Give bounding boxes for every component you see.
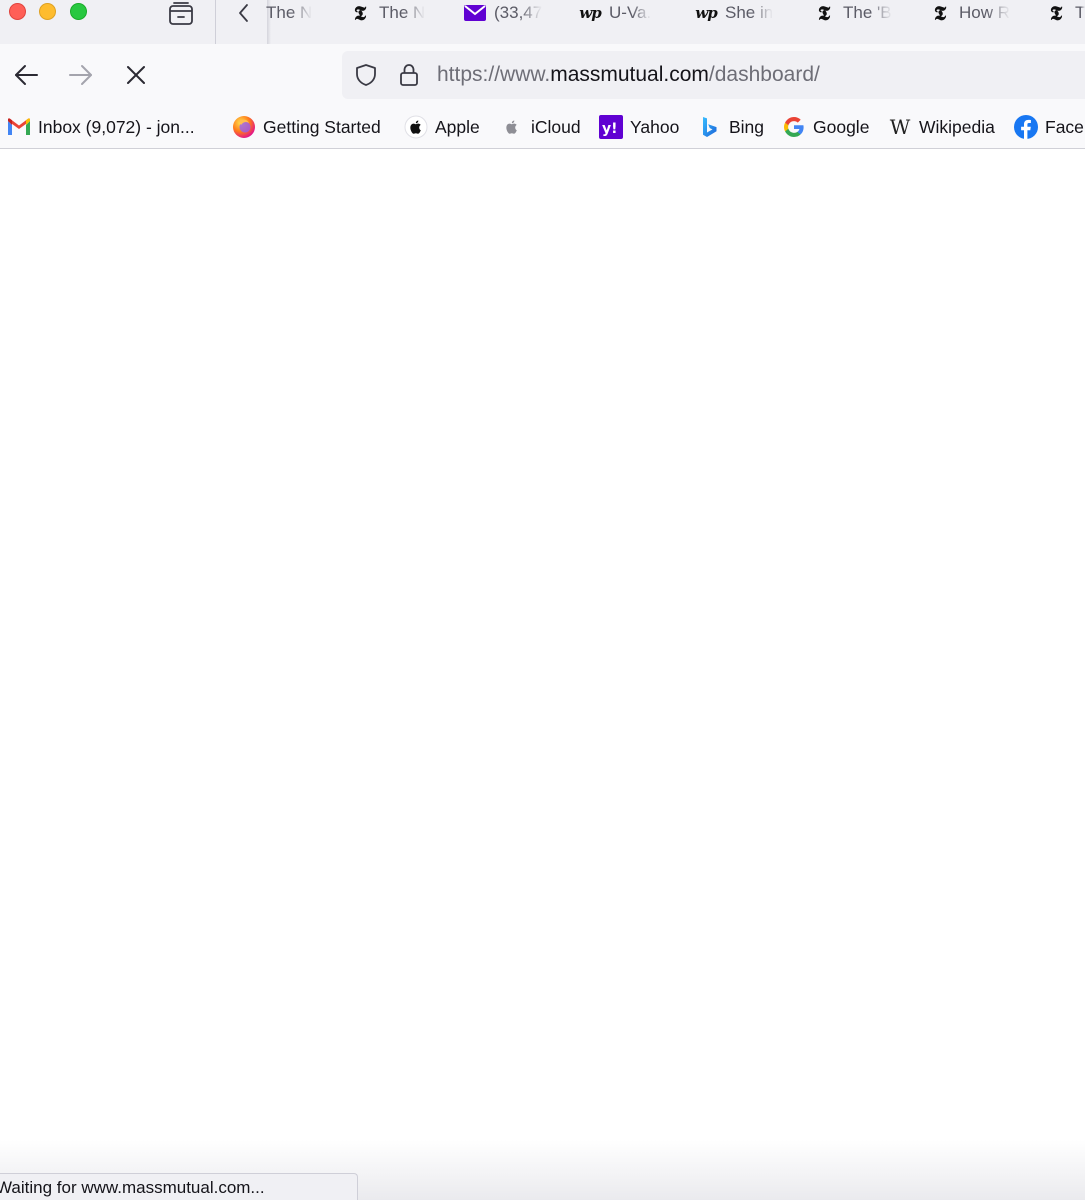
bookmark-facebook[interactable]: Face [1014, 115, 1084, 139]
facebook-icon [1014, 115, 1038, 139]
yahoo-icon: y! [599, 115, 623, 139]
nyt-icon: 𝕿 [353, 1, 367, 25]
arrow-right-icon [69, 65, 92, 85]
bookmark-apple[interactable]: Apple [404, 115, 480, 139]
nyt-icon: 𝕿 [817, 1, 831, 25]
bookmark-label: Face [1045, 116, 1084, 137]
page-content [0, 150, 1085, 1200]
washington-post-icon: wp [695, 3, 717, 22]
url-bar[interactable]: https://www.massmutual.com/dashboard/ [342, 51, 1085, 99]
close-icon [127, 66, 145, 84]
tracking-protection-shield-icon[interactable] [354, 63, 378, 87]
bookmark-icloud[interactable]: iCloud [500, 115, 581, 139]
bookmark-label: iCloud [531, 116, 581, 137]
bookmark-gmail[interactable]: Inbox (9,072) - jon... [7, 115, 195, 139]
bookmark-label: Bing [729, 116, 765, 137]
url-path: /dashboard/ [708, 63, 820, 86]
google-icon [782, 115, 806, 139]
tab[interactable]: 𝕿 How R [929, 0, 1013, 26]
wikipedia-icon: W [889, 115, 911, 139]
forward-button[interactable] [65, 59, 97, 91]
tab-strip: The N 𝕿 The N (33,47 wp U-Va. wp She in … [0, 0, 1085, 44]
tab[interactable]: The N [266, 0, 314, 26]
chevron-left-icon [239, 4, 248, 22]
bookmark-label: Yahoo [630, 116, 680, 137]
bookmark-label: Inbox (9,072) - jon... [38, 116, 195, 137]
tab-title: She in [725, 3, 774, 22]
navigation-toolbar: https://www.massmutual.com/dashboard/ [0, 44, 1085, 106]
bookmarks-toolbar: Inbox (9,072) - jon... Getting Started A… [0, 106, 1085, 149]
tab-title: T [1075, 3, 1085, 22]
washington-post-icon: wp [579, 3, 601, 22]
back-button[interactable] [10, 59, 42, 91]
tab-title: (33,47 [494, 3, 543, 22]
tab-strip-divider [215, 0, 216, 44]
tab[interactable]: 𝕿 The 'B [813, 0, 897, 26]
tabs-scroll-left-button[interactable] [232, 0, 256, 26]
tab[interactable]: wp She in [695, 0, 779, 26]
window-maximize-button[interactable] [70, 3, 87, 20]
window-minimize-button[interactable] [39, 3, 56, 20]
bookmark-label: Google [813, 116, 870, 137]
bookmark-label: Getting Started [263, 116, 381, 137]
bookmark-label: Apple [435, 116, 480, 137]
url-host: massmutual.com [550, 63, 709, 86]
tab-title: The 'B [843, 3, 892, 22]
tab[interactable]: 𝕿 The N [349, 0, 431, 26]
tab[interactable]: (33,47 [464, 0, 550, 26]
bing-icon [698, 115, 722, 139]
gmail-icon [7, 115, 31, 139]
nyt-icon: 𝕿 [933, 1, 947, 25]
tab-title: The N [379, 3, 426, 22]
tab[interactable]: 𝕿 T [1045, 0, 1085, 26]
lock-icon[interactable] [397, 63, 421, 87]
tab-title: U-Va. [609, 3, 652, 22]
stop-loading-button[interactable] [120, 59, 152, 91]
bookmark-getting-started[interactable]: Getting Started [232, 115, 381, 139]
bookmark-google[interactable]: Google [782, 115, 869, 139]
tab-title: How R [959, 3, 1011, 22]
window-close-button[interactable] [9, 3, 26, 20]
nyt-icon: 𝕿 [1049, 1, 1063, 25]
bookmark-bing[interactable]: Bing [698, 115, 764, 139]
tab[interactable]: wp U-Va. [579, 0, 661, 26]
bookmark-yahoo[interactable]: y! Yahoo [599, 115, 679, 139]
status-panel: Waiting for www.massmutual.com... [0, 1173, 358, 1200]
svg-text:y!: y! [602, 121, 618, 137]
bookmark-label: Wikipedia [919, 116, 995, 137]
apple-icon [500, 115, 524, 139]
firefox-icon [232, 115, 256, 139]
url-text[interactable]: https://www.massmutual.com/dashboard/ [437, 63, 820, 87]
apple-icon [404, 115, 428, 139]
yahoo-mail-icon [464, 2, 486, 24]
arrow-left-icon [15, 65, 38, 85]
tab-title: The N [266, 3, 313, 22]
bookmark-wikipedia[interactable]: W Wikipedia [888, 115, 995, 139]
url-scheme: https://www. [437, 63, 551, 86]
firefox-view-icon[interactable] [166, 1, 196, 27]
